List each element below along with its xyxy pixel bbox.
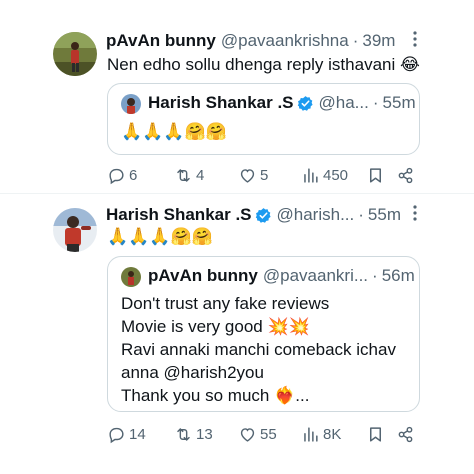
quote-author-handle: @pavaankri... <box>262 266 369 285</box>
repost-icon <box>174 425 193 444</box>
repost-button[interactable]: 4 <box>174 166 204 185</box>
reply-count: 6 <box>129 167 138 184</box>
like-count: 5 <box>260 167 269 184</box>
quote-tweet[interactable]: pAvAn bunny @pavaankri... · 56m Don't tr… <box>107 256 420 412</box>
views-icon <box>301 425 320 444</box>
repost-icon <box>174 166 193 185</box>
author-handle[interactable]: @harish... <box>277 205 355 225</box>
views-count: 8K <box>323 426 342 443</box>
quote-author-name: Harish Shankar .S <box>148 93 294 112</box>
tweet-header: Harish Shankar .S @harish... · 55m <box>106 205 401 225</box>
author-name[interactable]: Harish Shankar .S <box>106 205 252 225</box>
avatar[interactable] <box>53 32 97 76</box>
views-icon <box>301 166 320 185</box>
separator-dot: · <box>352 31 359 50</box>
reply-count: 14 <box>129 426 146 443</box>
tweet-text: Nen edho sollu dhenga reply isthavani 😂 <box>107 55 420 74</box>
bookmark-button[interactable] <box>366 166 385 185</box>
views-button[interactable]: 8K <box>301 425 341 444</box>
reply-icon <box>107 166 126 185</box>
quote-text: 🙏🙏🙏🤗🤗 <box>121 122 227 141</box>
quote-timestamp: 55m <box>382 93 416 112</box>
share-icon <box>396 425 415 444</box>
quote-avatar <box>121 94 141 114</box>
repost-count: 4 <box>196 167 205 184</box>
more-icon[interactable] <box>408 28 422 53</box>
reply-icon <box>107 425 126 444</box>
separator-dot: · <box>358 205 364 224</box>
bookmark-icon <box>366 166 385 185</box>
quote-author-name: pAvAn bunny <box>148 266 258 285</box>
quote-header: pAvAn bunny @pavaankri... · 56m <box>148 266 415 286</box>
action-bar: 14 13 55 8K <box>107 425 420 447</box>
quote-timestamp: 56m <box>381 266 415 285</box>
quote-text-line: Don't trust any fake reviews <box>121 294 330 313</box>
avatar[interactable] <box>53 208 97 252</box>
avatar-image <box>53 32 97 76</box>
like-button[interactable]: 55 <box>238 425 277 444</box>
like-icon <box>238 425 257 444</box>
action-bar: 6 4 5 450 <box>107 166 420 188</box>
repost-button[interactable]: 13 <box>174 425 213 444</box>
quote-header: Harish Shankar .S @ha... · 55m <box>148 93 416 113</box>
author-handle[interactable]: @pavaankrishna <box>221 31 349 51</box>
tweet-text: 🙏🙏🙏🤗🤗 <box>107 227 213 246</box>
bookmark-icon <box>366 425 385 444</box>
share-button[interactable] <box>396 425 415 444</box>
quote-tweet[interactable]: Harish Shankar .S @ha... · 55m 🙏🙏🙏🤗🤗 <box>107 83 420 155</box>
reply-button[interactable]: 6 <box>107 166 137 185</box>
quote-avatar <box>121 267 141 287</box>
quote-text-line: Movie is very good 💥💥 <box>121 317 310 336</box>
separator-dot: · <box>372 266 378 285</box>
share-button[interactable] <box>396 166 415 185</box>
views-button[interactable]: 450 <box>301 166 348 185</box>
quote-text-line: Ravi annaki manchi comeback ichav <box>121 340 396 359</box>
tweet[interactable]: Harish Shankar .S @harish... · 55m 🙏🙏🙏🤗🤗… <box>0 198 474 458</box>
like-icon <box>238 166 257 185</box>
verified-badge-icon <box>297 95 314 112</box>
author-name[interactable]: pAvAn bunny <box>106 31 216 51</box>
tweet[interactable]: pAvAn bunny @pavaankrishna · 39m Nen edh… <box>0 24 474 194</box>
timestamp[interactable]: 39m <box>362 31 395 51</box>
like-count: 55 <box>260 426 277 443</box>
repost-count: 13 <box>196 426 213 443</box>
quote-author-handle: @ha... <box>318 93 369 112</box>
verified-badge-icon <box>255 207 272 224</box>
tweet-divider <box>0 193 474 194</box>
share-icon <box>396 166 415 185</box>
quote-text-line: anna @harish2you <box>121 363 264 382</box>
views-count: 450 <box>323 167 349 184</box>
bookmark-button[interactable] <box>366 425 385 444</box>
like-button[interactable]: 5 <box>238 166 268 185</box>
tweet-header: pAvAn bunny @pavaankrishna · 39m <box>106 31 395 51</box>
more-icon[interactable] <box>408 202 422 227</box>
timestamp[interactable]: 55m <box>368 205 401 225</box>
quote-text-line: Thank you so much ❤️‍🔥... <box>121 386 310 405</box>
separator-dot: · <box>372 93 379 112</box>
avatar-image <box>53 208 97 252</box>
reply-button[interactable]: 14 <box>107 425 146 444</box>
